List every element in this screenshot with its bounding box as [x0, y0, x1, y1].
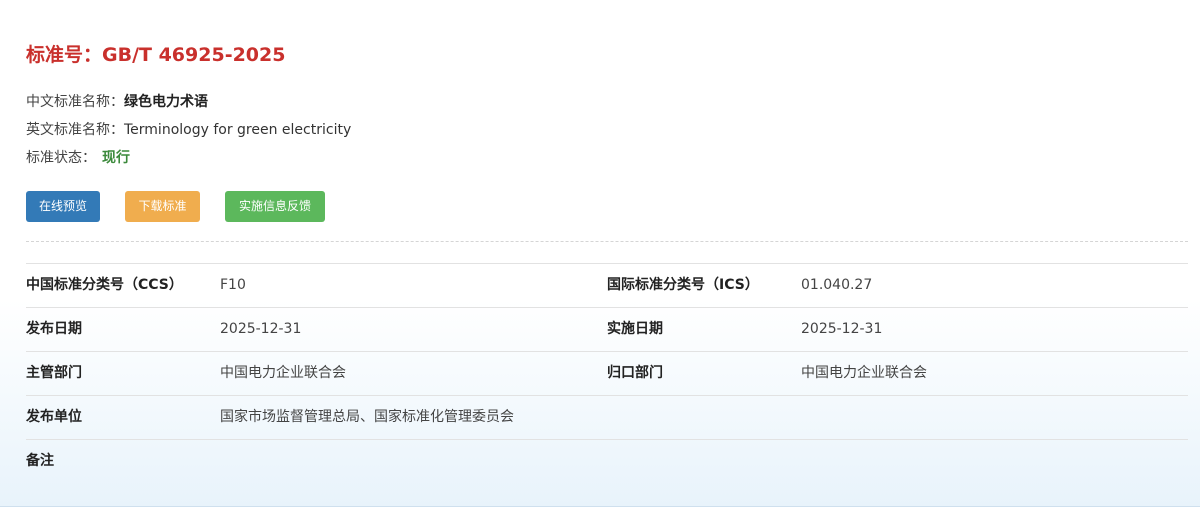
ccs-label: 中国标准分类号（CCS）: [26, 277, 183, 293]
status-line: 标准状态： 现行: [26, 147, 130, 167]
table-row: 备注: [26, 440, 1188, 483]
en-name-value: Terminology for green electricity: [124, 122, 352, 138]
status-label: 标准状态：: [26, 150, 96, 166]
dept-value: 中国电力企业联合会: [220, 365, 346, 381]
online-preview-button[interactable]: 在线预览: [26, 191, 100, 222]
issuer-label: 发布单位: [26, 409, 82, 425]
cn-name-line: 中文标准名称：绿色电力术语: [26, 91, 208, 111]
gk-dept-label: 归口部门: [607, 365, 663, 381]
impl-date-label: 实施日期: [607, 321, 663, 337]
ics-label: 国际标准分类号（ICS）: [607, 277, 759, 293]
standard-detail-page: 标准号：GB/T 46925-2025 中文标准名称：绿色电力术语 英文标准名称…: [0, 0, 1200, 507]
table-row: 发布日期 2025-12-31 实施日期 2025-12-31: [26, 308, 1188, 352]
en-name-line: 英文标准名称：Terminology for green electricity: [26, 119, 351, 139]
status-badge: 现行: [102, 150, 130, 166]
remark-label: 备注: [26, 453, 54, 469]
page-title: 标准号：GB/T 46925-2025: [26, 44, 286, 66]
download-standard-button[interactable]: 下载标准: [125, 191, 200, 222]
table-row: 主管部门 中国电力企业联合会 归口部门 中国电力企业联合会: [26, 352, 1188, 396]
table-row: 发布单位 国家市场监督管理总局、国家标准化管理委员会: [26, 396, 1188, 440]
gk-dept-value: 中国电力企业联合会: [801, 365, 927, 381]
publish-date-value: 2025-12-31: [220, 321, 302, 337]
issuer-value: 国家市场监督管理总局、国家标准化管理委员会: [220, 409, 514, 425]
impl-date-value: 2025-12-31: [801, 321, 883, 337]
en-name-label: 英文标准名称：: [26, 122, 124, 138]
publish-date-label: 发布日期: [26, 321, 82, 337]
cn-name-value: 绿色电力术语: [124, 94, 208, 110]
cn-name-label: 中文标准名称：: [26, 94, 124, 110]
implementation-feedback-button[interactable]: 实施信息反馈: [225, 191, 325, 222]
table-row: 中国标准分类号（CCS） F10 国际标准分类号（ICS） 01.040.27: [26, 264, 1188, 308]
ccs-value: F10: [220, 277, 246, 293]
dept-label: 主管部门: [26, 365, 82, 381]
standard-info-table: 中国标准分类号（CCS） F10 国际标准分类号（ICS） 01.040.27 …: [26, 263, 1188, 483]
divider: [26, 241, 1188, 242]
ics-value: 01.040.27: [801, 277, 873, 293]
